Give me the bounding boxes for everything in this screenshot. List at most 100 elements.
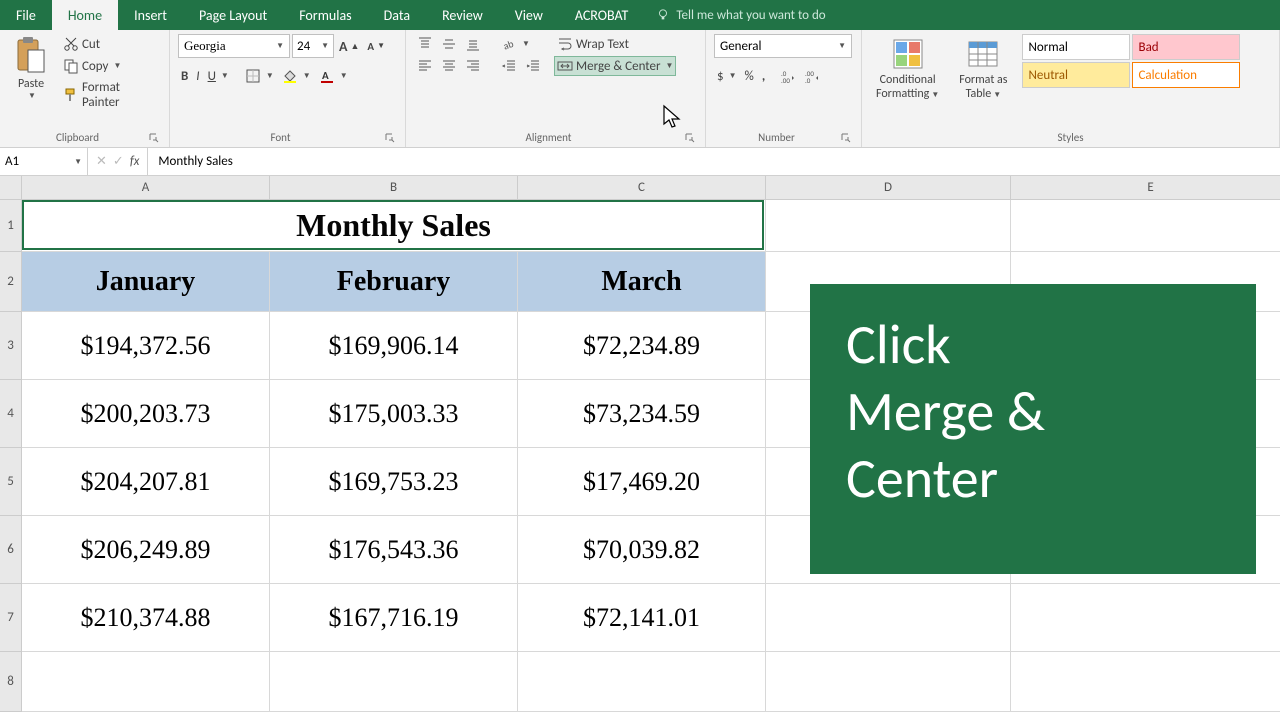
row-header[interactable]: 5	[0, 448, 22, 516]
row-header[interactable]: 2	[0, 252, 22, 312]
paste-button[interactable]: Paste ▼	[8, 34, 54, 103]
cell[interactable]: March	[518, 252, 766, 312]
tab-review[interactable]: Review	[426, 0, 499, 30]
cell[interactable]	[518, 652, 766, 712]
number-format-select[interactable]: General ▼	[714, 34, 852, 58]
underline-button[interactable]: U▼	[205, 67, 232, 86]
row-header[interactable]: 8	[0, 652, 22, 712]
cell-styles-gallery[interactable]: Normal Bad Neutral Calculation	[1022, 34, 1240, 88]
dollar-icon: $	[717, 69, 724, 84]
cut-button[interactable]: Cut	[60, 34, 161, 54]
font-color-button[interactable]: A▼	[316, 66, 351, 86]
cell[interactable]: $167,716.19	[270, 584, 518, 652]
enter-formula-button[interactable]: ✓	[113, 154, 124, 169]
style-bad[interactable]: Bad	[1132, 34, 1240, 60]
row-header[interactable]: 6	[0, 516, 22, 584]
tell-me-search[interactable]: Tell me what you want to do	[644, 0, 837, 30]
number-dialog-launcher[interactable]	[839, 131, 853, 145]
decrease-indent-button[interactable]	[498, 56, 520, 76]
align-top-button[interactable]	[414, 34, 436, 54]
cell[interactable]: $176,543.36	[270, 516, 518, 584]
tab-formulas[interactable]: Formulas	[283, 0, 367, 30]
tab-acrobat[interactable]: ACROBAT	[559, 0, 645, 30]
row-header[interactable]: 3	[0, 312, 22, 380]
align-left-button[interactable]	[414, 56, 436, 76]
font-name-select[interactable]: Georgia ▼	[178, 34, 290, 58]
cell[interactable]: $169,906.14	[270, 312, 518, 380]
cell[interactable]: $206,249.89	[22, 516, 270, 584]
borders-button[interactable]: ▼	[242, 66, 277, 86]
decrease-decimal-button[interactable]: .00.0	[802, 66, 824, 86]
cell[interactable]: January	[22, 252, 270, 312]
name-box[interactable]: A1 ▼	[0, 148, 88, 175]
cell[interactable]: February	[270, 252, 518, 312]
cancel-formula-button[interactable]: ✕	[96, 154, 107, 169]
cell[interactable]: $17,469.20	[518, 448, 766, 516]
cell[interactable]	[270, 652, 518, 712]
tab-data[interactable]: Data	[368, 0, 426, 30]
cell[interactable]	[766, 652, 1011, 712]
align-middle-button[interactable]	[438, 34, 460, 54]
row-header[interactable]: 7	[0, 584, 22, 652]
wrap-text-button[interactable]: Wrap Text	[554, 34, 676, 54]
cell[interactable]	[22, 652, 270, 712]
column-header[interactable]: B	[270, 176, 518, 200]
align-bottom-button[interactable]	[462, 34, 484, 54]
increase-font-button[interactable]: A▲	[336, 36, 362, 57]
cell[interactable]	[1011, 584, 1280, 652]
align-right-button[interactable]	[462, 56, 484, 76]
cell[interactable]	[1011, 200, 1280, 252]
clipboard-dialog-launcher[interactable]	[147, 131, 161, 145]
font-dialog-launcher[interactable]	[383, 131, 397, 145]
cell[interactable]: $175,003.33	[270, 380, 518, 448]
tab-view[interactable]: View	[499, 0, 559, 30]
cell[interactable]: $210,374.88	[22, 584, 270, 652]
tab-page-layout[interactable]: Page Layout	[183, 0, 283, 30]
tab-file[interactable]: File	[0, 0, 52, 30]
cell[interactable]	[1011, 652, 1280, 712]
increase-indent-button[interactable]	[522, 56, 544, 76]
bold-button[interactable]: B	[178, 67, 191, 86]
font-size-select[interactable]: 24 ▼	[292, 34, 334, 58]
fill-color-button[interactable]: ▼	[279, 66, 314, 86]
alignment-dialog-launcher[interactable]	[683, 131, 697, 145]
merged-title-cell[interactable]: Monthly Sales	[22, 200, 766, 252]
style-neutral[interactable]: Neutral	[1022, 62, 1130, 88]
merge-center-button[interactable]: Merge & Center ▼	[554, 56, 676, 76]
row-header[interactable]: 4	[0, 380, 22, 448]
cell[interactable]: $70,039.82	[518, 516, 766, 584]
orientation-button[interactable]: ab▼	[498, 34, 533, 54]
format-as-table-button[interactable]: Format as Table▼	[953, 34, 1013, 104]
column-header[interactable]: C	[518, 176, 766, 200]
cell[interactable]	[766, 200, 1011, 252]
increase-decimal-button[interactable]: .0.00	[778, 66, 800, 86]
italic-button[interactable]: I	[193, 67, 202, 86]
decrease-font-button[interactable]: A▼	[364, 38, 388, 55]
conditional-formatting-button[interactable]: Conditional Formatting▼	[870, 34, 945, 104]
fx-icon[interactable]: fx	[130, 154, 140, 169]
style-normal[interactable]: Normal	[1022, 34, 1130, 60]
cell[interactable]: $200,203.73	[22, 380, 270, 448]
align-center-button[interactable]	[438, 56, 460, 76]
percent-format-button[interactable]: %	[742, 66, 757, 86]
row-header[interactable]: 1	[0, 200, 22, 252]
comma-format-button[interactable]: ,	[759, 66, 768, 86]
select-all-corner[interactable]	[0, 176, 22, 200]
column-header[interactable]: A	[22, 176, 270, 200]
tab-home[interactable]: Home	[52, 0, 118, 30]
cell[interactable]: $72,141.01	[518, 584, 766, 652]
cell[interactable]: $194,372.56	[22, 312, 270, 380]
style-calculation[interactable]: Calculation	[1132, 62, 1240, 88]
tab-insert[interactable]: Insert	[118, 0, 183, 30]
accounting-format-button[interactable]: $▼	[714, 66, 740, 86]
formula-input[interactable]: Monthly Sales	[148, 148, 1280, 175]
cell[interactable]: $73,234.59	[518, 380, 766, 448]
cell[interactable]: $72,234.89	[518, 312, 766, 380]
cell[interactable]	[766, 584, 1011, 652]
format-painter-button[interactable]: Format Painter	[60, 78, 161, 112]
copy-button[interactable]: Copy ▼	[60, 56, 161, 76]
cell[interactable]: $169,753.23	[270, 448, 518, 516]
column-header[interactable]: E	[1011, 176, 1280, 200]
column-header[interactable]: D	[766, 176, 1011, 200]
cell[interactable]: $204,207.81	[22, 448, 270, 516]
